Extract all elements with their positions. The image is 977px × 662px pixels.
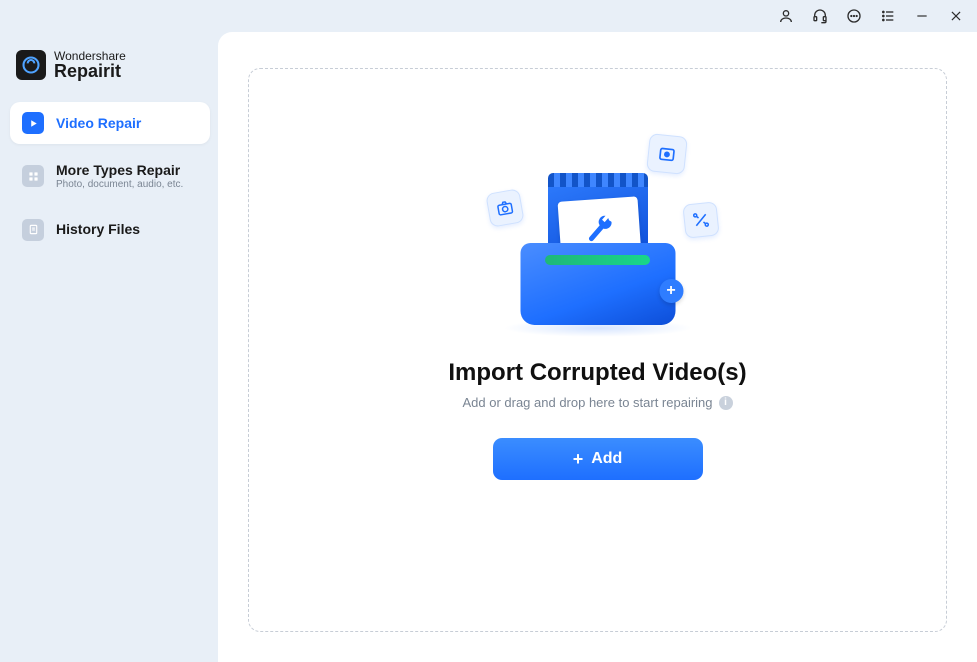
camera-tile-icon — [485, 188, 524, 227]
info-icon[interactable]: i — [719, 396, 733, 410]
logo: Wondershare Repairit — [10, 42, 210, 102]
play-icon — [22, 112, 44, 134]
photo-tile-icon — [646, 133, 688, 175]
sidebar-item-history[interactable]: History Files — [10, 209, 210, 251]
logo-icon — [16, 50, 46, 80]
sidebar-item-sublabel: Photo, document, audio, etc. — [56, 179, 183, 191]
close-icon[interactable] — [947, 7, 965, 25]
chat-icon[interactable] — [845, 7, 863, 25]
list-icon[interactable] — [879, 7, 897, 25]
dropzone-subtitle-text: Add or drag and drop here to start repai… — [462, 395, 712, 410]
import-illustration: + — [468, 139, 728, 339]
user-icon[interactable] — [777, 7, 795, 25]
headset-icon[interactable] — [811, 7, 829, 25]
plus-icon: + — [573, 449, 584, 470]
repair-tile-icon — [682, 201, 719, 238]
sidebar: Wondershare Repairit Video Repair More T… — [0, 32, 218, 662]
grid-icon — [22, 165, 44, 187]
plus-badge-icon: + — [659, 279, 683, 303]
sidebar-item-label: More Types Repair — [56, 162, 183, 179]
sidebar-item-label: History Files — [56, 221, 140, 238]
app-body: Wondershare Repairit Video Repair More T… — [0, 32, 977, 662]
dropzone-title: Import Corrupted Video(s) — [448, 359, 746, 387]
main-panel: + Import Corrupted Video(s) Add or drag … — [218, 32, 977, 662]
dropzone-subtitle: Add or drag and drop here to start repai… — [462, 395, 732, 410]
doc-icon — [22, 219, 44, 241]
sidebar-item-label: Video Repair — [56, 115, 141, 132]
dropzone[interactable]: + Import Corrupted Video(s) Add or drag … — [248, 68, 947, 632]
sidebar-item-more-types[interactable]: More Types Repair Photo, document, audio… — [10, 152, 210, 201]
brand-line2: Repairit — [54, 62, 126, 80]
add-button-label: Add — [591, 450, 622, 468]
minimize-icon[interactable] — [913, 7, 931, 25]
titlebar — [0, 0, 977, 32]
sidebar-item-video-repair[interactable]: Video Repair — [10, 102, 210, 144]
add-button[interactable]: + Add — [493, 438, 703, 480]
